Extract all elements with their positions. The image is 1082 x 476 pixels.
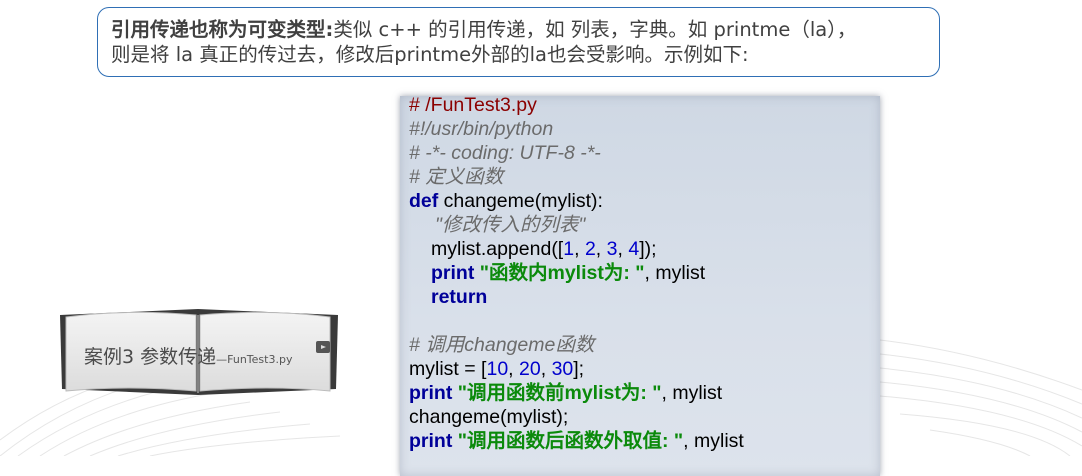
keyword-print: print [409, 430, 453, 452]
code-line-file-comment: # /FunTest3.py [409, 94, 537, 116]
print-args: , mylist [683, 430, 744, 452]
code-panel: # /FunTest3.py #!/usr/bin/python # -*- c… [400, 94, 880, 476]
keyword-print: print [409, 382, 453, 404]
code-line-shebang: #!/usr/bin/python [409, 118, 554, 140]
code-line-call: changeme(mylist); [409, 406, 569, 428]
case-title: 案例3 参数传递 [84, 346, 217, 368]
code-line-print-before: print "调用函数前mylist为: ", mylist [409, 381, 722, 405]
number-literal: 20 [519, 358, 541, 380]
code-line-mylist-assign: mylist = [10, 20, 30]; [409, 357, 584, 381]
separator: , [574, 238, 585, 260]
code-line-print-after: print "调用函数后函数外取值: ", mylist [409, 429, 744, 453]
code-line-define-comment: # 定义函数 [409, 166, 504, 188]
code-line-call-comment: # 调用changeme函数 [409, 334, 595, 356]
reference-passing-note: 引用传递也称为可变类型:类似 c++ 的引用传递，如 列表，字典。如 print… [97, 7, 940, 77]
number-literal: 3 [606, 238, 618, 260]
separator: , [595, 238, 607, 260]
append-close: ]); [639, 238, 657, 260]
string-literal: "调用函数后函数外取值: " [452, 430, 684, 452]
note-line1-text: 类似 c++ 的引用传递，如 列表，字典。如 printme（la）， [333, 18, 857, 41]
print-args: , mylist [661, 382, 723, 404]
def-signature: changeme(mylist): [438, 190, 603, 212]
code-line-return: return [431, 286, 488, 308]
separator: , [508, 358, 520, 380]
case-filename: —FunTest3.py [216, 353, 293, 366]
separator: , [540, 358, 552, 380]
append-call: mylist.append([ [431, 238, 564, 260]
number-literal: 4 [628, 238, 640, 260]
separator: , [617, 238, 629, 260]
note-line2-text: 则是将 la 真正的传过去，修改后printme外部的la也会受影响。示例如下: [111, 43, 749, 66]
string-literal: "调用函数前mylist为: " [452, 382, 662, 404]
print-args: , mylist [644, 262, 706, 284]
number-literal: 10 [486, 358, 509, 380]
number-literal: 30 [551, 358, 574, 380]
code-line-def: def changeme(mylist): [409, 189, 603, 213]
keyword-print: print [431, 262, 475, 284]
keyword-def: def [409, 190, 439, 212]
number-literal: 1 [563, 238, 575, 260]
code-line-docstring: "修改传入的列表" [435, 214, 586, 236]
code-line-print-inside: print "函数内mylist为: ", mylist [431, 261, 705, 285]
number-literal: 2 [584, 238, 596, 260]
string-literal: "函数内mylist为: " [474, 262, 645, 284]
book-label: 案例3 参数传递—FunTest3.py [84, 342, 292, 369]
code-line-append: mylist.append([1, 2, 3, 4]); [431, 237, 657, 261]
code-line-encoding: # -*- coding: UTF-8 -*- [409, 142, 601, 164]
note-heading: 引用传递也称为可变类型: [111, 18, 334, 41]
assign-close: ]; [573, 358, 585, 380]
assign-open: mylist = [ [409, 358, 487, 380]
